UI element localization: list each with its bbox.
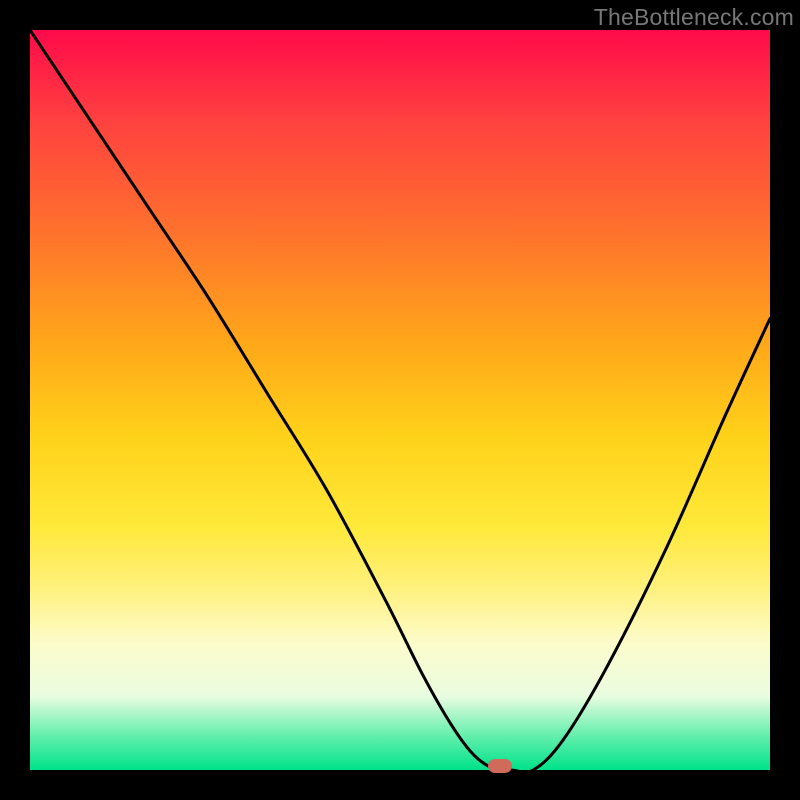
watermark-label: TheBottleneck.com xyxy=(594,4,794,31)
plot-area xyxy=(30,30,770,770)
bottleneck-chart: TheBottleneck.com xyxy=(0,0,800,800)
bottleneck-curve xyxy=(30,30,770,770)
optimal-point-marker xyxy=(488,759,512,773)
